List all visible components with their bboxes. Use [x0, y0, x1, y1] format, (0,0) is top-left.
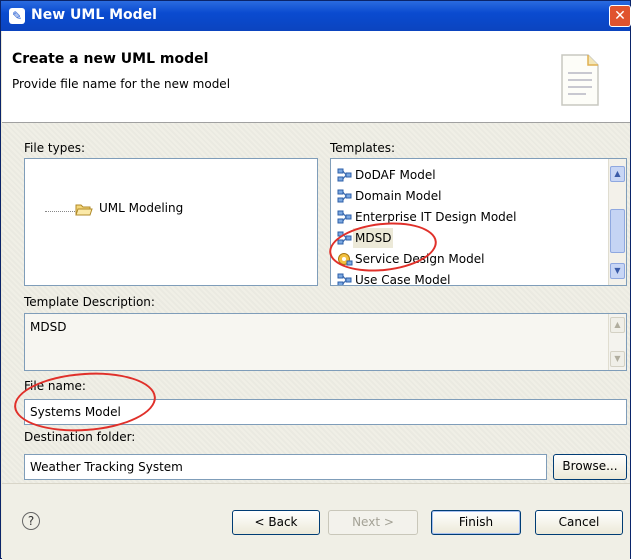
tree-item-uml-modeling[interactable]: UML Modeling [96, 201, 187, 215]
template-description-label: Template Description: [24, 295, 155, 309]
window-title: New UML Model [31, 7, 157, 23]
browse-button[interactable]: Browse... [553, 454, 627, 480]
template-item-domain-model[interactable]: Domain Model [337, 186, 607, 206]
scroll-down-icon: ▼ [610, 351, 625, 367]
document-icon [561, 54, 599, 106]
model-icon [337, 189, 352, 203]
cancel-button[interactable]: Cancel [535, 510, 623, 535]
template-description-text: MDSD [30, 320, 67, 334]
scroll-down-icon[interactable]: ▼ [610, 263, 625, 279]
templates-scrollbar[interactable]: ▲ ▼ [608, 159, 626, 285]
template-label: Use Case Model [355, 273, 451, 286]
new-uml-model-dialog: ✎ New UML Model ✕ Create a new UML model… [0, 0, 631, 560]
scroll-up-icon[interactable]: ▲ [610, 166, 625, 182]
destination-folder-input[interactable]: Weather Tracking System [24, 454, 547, 480]
templates-label: Templates: [330, 141, 396, 155]
model-icon [337, 168, 352, 182]
tree-connector [45, 211, 75, 212]
button-bar: ? < Back Next > Finish Cancel [2, 483, 630, 560]
finish-button[interactable]: Finish [431, 510, 521, 535]
folder-icon [75, 204, 93, 216]
file-types-label: File types: [24, 141, 85, 155]
next-button: Next > [328, 510, 418, 535]
template-item-dodaf-model[interactable]: DoDAF Model [337, 165, 607, 185]
template-description-box: MDSD ▲ ▼ [24, 313, 627, 371]
scrollbar-thumb[interactable] [610, 209, 625, 253]
wizard-content: File types: UML Modeling Templates: DoDA… [2, 123, 630, 483]
file-types-tree[interactable]: UML Modeling [24, 158, 318, 286]
page-subtitle: Provide file name for the new model [12, 77, 231, 91]
wizard-banner: Create a new UML model Provide file name… [2, 31, 630, 123]
page-title: Create a new UML model [12, 51, 209, 67]
app-icon: ✎ [9, 8, 25, 24]
description-scrollbar: ▲ ▼ [608, 314, 626, 370]
template-label: DoDAF Model [355, 168, 436, 182]
close-button[interactable]: ✕ [609, 5, 631, 27]
model-icon [337, 273, 352, 285]
destination-folder-label: Destination folder: [24, 430, 136, 444]
model-icon [337, 210, 352, 224]
back-button[interactable]: < Back [232, 510, 320, 535]
title-bar[interactable]: ✎ New UML Model ✕ [1, 1, 631, 31]
template-item-use-case-model[interactable]: Use Case Model [337, 270, 607, 286]
help-icon[interactable]: ? [22, 512, 40, 530]
scroll-up-icon: ▲ [610, 317, 625, 333]
template-label: Domain Model [355, 189, 442, 203]
